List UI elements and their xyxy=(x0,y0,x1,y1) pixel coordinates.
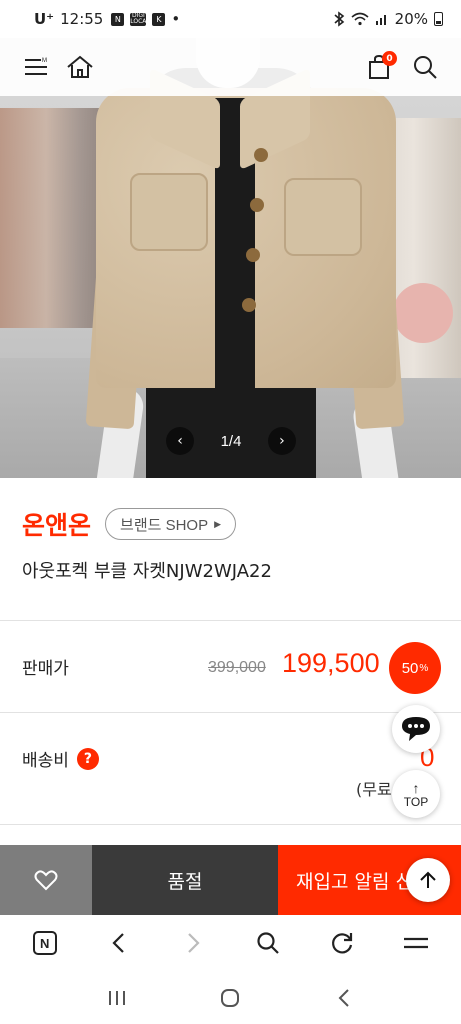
n-home-icon: N xyxy=(33,931,58,955)
chat-bubble-icon xyxy=(402,717,430,741)
clock: 12:55 xyxy=(60,10,104,28)
brand-row: 온앤온 브랜드 SHOP ▶ xyxy=(22,506,237,542)
recent-apps-button[interactable] xyxy=(97,978,137,1018)
top-label: TOP xyxy=(403,794,429,809)
divider xyxy=(0,712,461,713)
jacket-button xyxy=(254,148,268,162)
chat-button[interactable] xyxy=(392,705,440,753)
status-bar: U⁺ 12:55 N DIGI LOCA K • 20% xyxy=(0,0,461,38)
search-icon xyxy=(256,932,279,954)
shipping-label: 배송비 xyxy=(22,751,69,771)
shipping-note: (무료 xyxy=(356,780,392,799)
arrow-up-icon: ↑ xyxy=(412,779,420,796)
image-counter: 1/4 xyxy=(220,432,242,450)
cart-button[interactable]: 0 xyxy=(361,49,397,85)
prev-image-button[interactable]: ‹ xyxy=(166,427,194,455)
chevron-right-icon: › xyxy=(279,433,285,449)
home-icon xyxy=(67,55,93,78)
notification-icon-digiloca: DIGI LOCA xyxy=(130,12,147,26)
home-icon xyxy=(221,988,240,1007)
arrow-up-icon xyxy=(420,871,436,888)
home-button[interactable] xyxy=(62,49,98,85)
discount-value: 50 xyxy=(401,659,419,677)
chevron-left-icon: ‹ xyxy=(177,433,183,449)
search-button[interactable] xyxy=(407,49,443,85)
menu-button[interactable]: M xyxy=(18,49,54,85)
refresh-icon xyxy=(331,933,352,954)
system-back-button[interactable] xyxy=(324,978,364,1018)
product-image[interactable] xyxy=(0,38,461,478)
wishlist-button[interactable] xyxy=(0,845,92,915)
heart-icon xyxy=(34,870,58,891)
browser-toolbar: N xyxy=(0,915,461,971)
jacket-button xyxy=(250,198,264,212)
divider xyxy=(0,824,461,825)
browser-back-button[interactable] xyxy=(99,923,139,963)
notification-icon-k: K xyxy=(152,12,166,26)
top-button[interactable]: ↑ TOP xyxy=(392,770,440,818)
battery-icon xyxy=(434,12,443,26)
svg-text:M: M xyxy=(42,58,47,64)
next-image-button[interactable]: › xyxy=(267,427,296,455)
carrier-label: U⁺ xyxy=(34,10,55,28)
browser-search-button[interactable] xyxy=(248,923,288,963)
browser-forward-button[interactable] xyxy=(173,923,213,963)
brand-shop-button[interactable]: 브랜드 SHOP ▶ xyxy=(105,508,237,540)
sale-price: 199,500 xyxy=(282,648,380,678)
brand-name[interactable]: 온앤온 xyxy=(22,506,91,542)
notification-dot: • xyxy=(171,10,181,28)
back-icon xyxy=(338,988,349,1007)
battery-percent: 20% xyxy=(394,10,428,28)
search-icon xyxy=(414,56,437,79)
background-sale-sign xyxy=(393,283,453,343)
discount-unit: % xyxy=(419,662,429,674)
divider xyxy=(0,620,461,621)
recent-apps-icon xyxy=(108,990,125,1005)
soldout-button[interactable]: 품절 xyxy=(92,845,278,915)
n-label: N xyxy=(40,936,49,951)
cart-count-badge: 0 xyxy=(382,51,397,66)
product-title: 아웃포켁 부클 자켓NJW2WJA22 xyxy=(22,561,272,582)
jacket-pocket-right xyxy=(284,178,362,256)
forward-icon xyxy=(188,933,200,953)
caret-right-icon: ▶ xyxy=(214,518,222,529)
bluetooth-icon xyxy=(334,11,344,27)
help-icon[interactable]: ? xyxy=(76,747,99,770)
jacket-button xyxy=(246,248,260,262)
image-pager: ‹ 1/4 › xyxy=(166,427,296,455)
purchase-action-bar: 품절 재입고 알림 신 xyxy=(0,845,461,915)
notification-icon-n: N xyxy=(111,12,125,26)
top-navigation: M 0 xyxy=(0,38,461,96)
browser-menu-button[interactable] xyxy=(396,923,436,963)
price-label: 판매가 xyxy=(22,659,69,679)
status-right: 20% xyxy=(333,10,443,28)
original-price: 399,000 xyxy=(208,659,266,676)
naver-home-button[interactable]: N xyxy=(25,923,65,963)
header-actions: 0 xyxy=(361,49,443,85)
system-navigation xyxy=(0,971,461,1024)
discount-badge: 50% xyxy=(389,642,441,694)
system-home-button[interactable] xyxy=(210,978,250,1018)
menu-icon: M xyxy=(25,58,47,75)
wifi-icon xyxy=(351,12,369,26)
brand-shop-label: 브랜드 SHOP xyxy=(120,516,209,534)
back-icon xyxy=(112,933,125,953)
signal-icon xyxy=(375,15,386,25)
jacket-pocket-left xyxy=(130,173,208,251)
browser-refresh-button[interactable] xyxy=(322,923,362,963)
shipping-row: 배송비 ? xyxy=(22,746,99,771)
menu-icon xyxy=(403,937,428,949)
scroll-top-button[interactable] xyxy=(406,858,450,902)
jacket-button xyxy=(242,298,256,312)
